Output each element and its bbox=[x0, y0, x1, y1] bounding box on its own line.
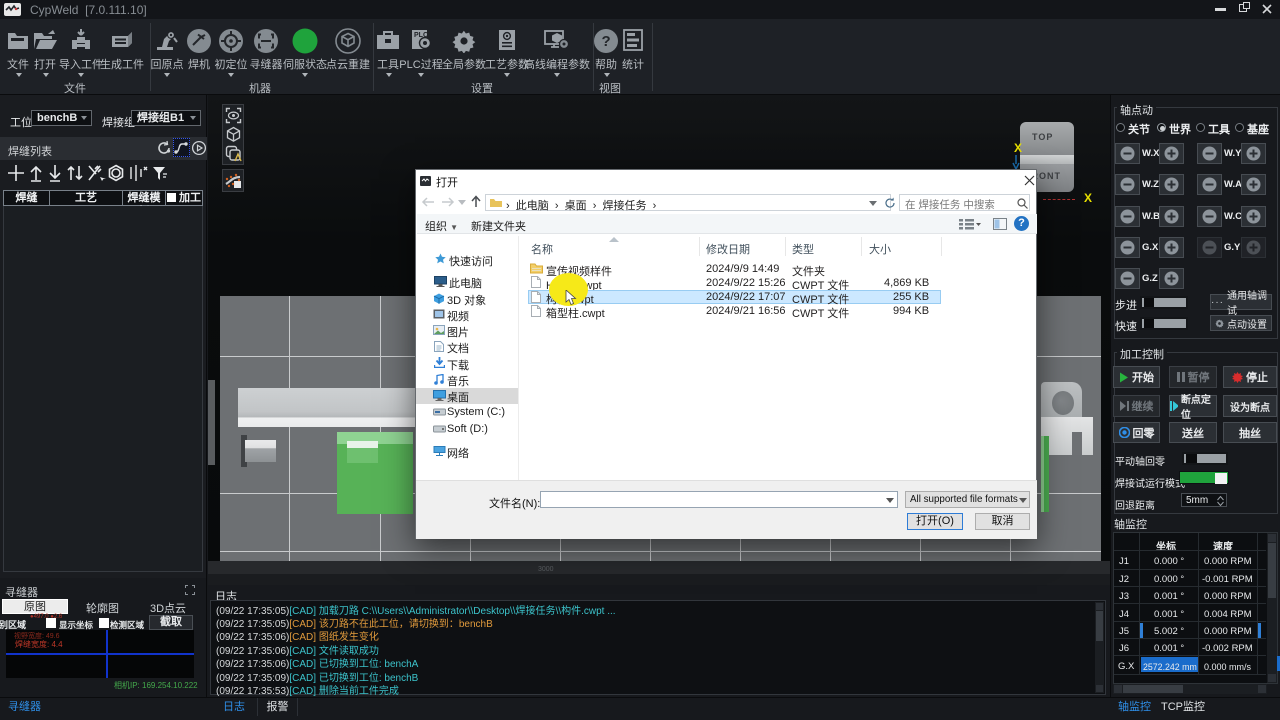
svg-text:?: ? bbox=[602, 33, 611, 50]
